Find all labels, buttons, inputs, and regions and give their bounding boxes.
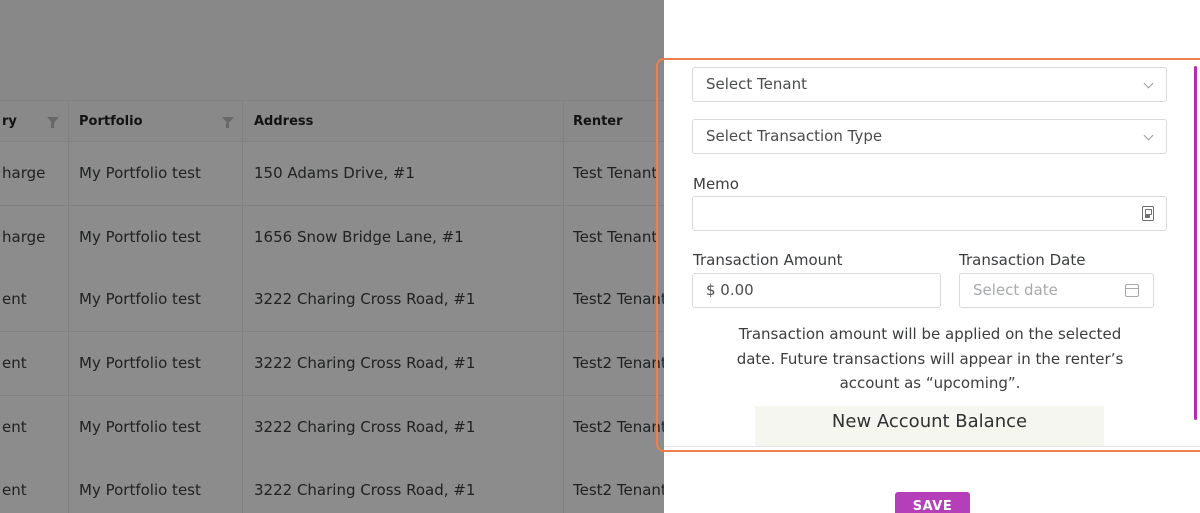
transaction-amount-input[interactable]: $ 0.00 (692, 273, 941, 308)
modal-backdrop[interactable] (0, 0, 664, 513)
transactions-table-background: ry Portfolio Address Renter harge My Por… (0, 0, 664, 513)
transaction-amount-value: $ 0.00 (706, 281, 754, 299)
memo-input[interactable] (692, 196, 1167, 231)
transaction-date-picker[interactable]: Select date (959, 273, 1154, 308)
transaction-type-select[interactable]: Select Transaction Type (692, 119, 1167, 154)
chevron-down-icon (1143, 78, 1154, 89)
new-account-balance: New Account Balance (755, 406, 1104, 446)
memo-label: Memo (693, 175, 739, 193)
chevron-down-icon (1143, 130, 1154, 141)
transaction-date-placeholder: Select date (973, 281, 1058, 299)
transaction-date-label: Transaction Date (959, 251, 1086, 269)
form-scrollbar[interactable] (1194, 66, 1197, 420)
transaction-date-note: Transaction amount will be applied on th… (736, 325, 1124, 392)
new-account-balance-label: New Account Balance (831, 411, 1028, 432)
footer-divider (664, 446, 1200, 447)
transaction-amount-label: Transaction Amount (693, 251, 843, 269)
calendar-icon (1125, 284, 1139, 297)
save-button[interactable]: SAVE (895, 492, 970, 513)
memo-icon[interactable] (1142, 206, 1154, 221)
transaction-type-placeholder: Select Transaction Type (706, 127, 883, 145)
tenant-select-placeholder: Select Tenant (706, 75, 807, 93)
tenant-select[interactable]: Select Tenant (692, 67, 1167, 102)
